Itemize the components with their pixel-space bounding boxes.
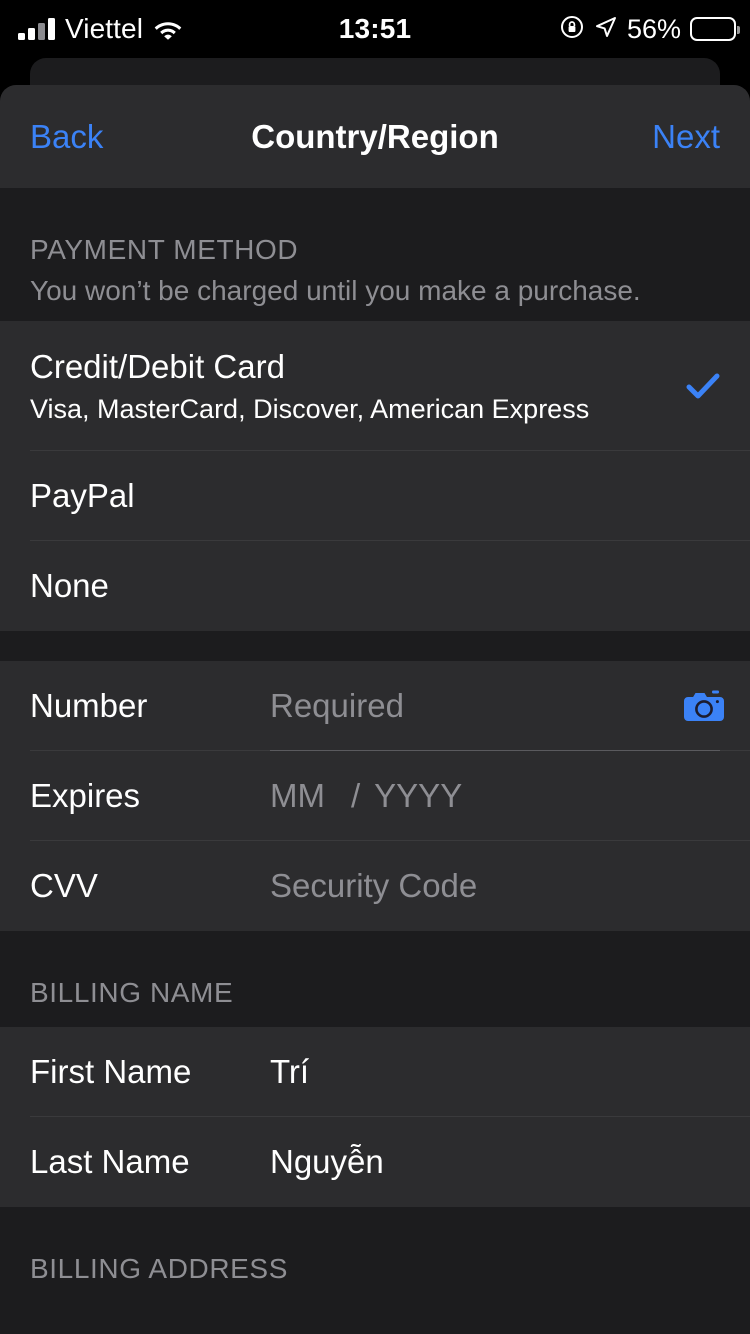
card-expires-row[interactable]: Expires MM / YYYY (0, 751, 750, 841)
expires-separator: / (350, 777, 361, 814)
card-expires-input[interactable]: MM / YYYY (270, 777, 462, 815)
status-bar-right: 56% (559, 13, 740, 45)
battery-icon (690, 17, 740, 41)
card-number-row[interactable]: Number Required (0, 661, 750, 751)
card-number-label: Number (30, 687, 148, 724)
first-name-row[interactable]: First Name Trí (0, 1027, 750, 1117)
location-arrow-icon (594, 15, 618, 44)
payment-option-text: Credit/Debit Card Visa, MasterCard, Disc… (30, 348, 589, 425)
next-button[interactable]: Next (652, 118, 720, 156)
last-name-row[interactable]: Last Name Nguyễn (0, 1117, 750, 1207)
last-name-input[interactable]: Nguyễn (270, 1143, 384, 1181)
camera-icon[interactable] (682, 688, 726, 724)
billing-name-section-header: BILLING NAME (0, 931, 750, 1027)
billing-name-title: BILLING NAME (30, 977, 234, 1008)
payment-option-label: None (30, 567, 109, 604)
expires-year-placeholder: YYYY (374, 777, 463, 814)
card-cvv-label: CVV (30, 867, 98, 904)
payment-option-none[interactable]: None (0, 541, 750, 631)
billing-address-title: BILLING ADDRESS (30, 1253, 288, 1284)
first-name-label: First Name (30, 1053, 192, 1090)
first-name-input[interactable]: Trí (270, 1053, 309, 1091)
payment-option-paypal[interactable]: PayPal (0, 451, 750, 541)
status-bar: Viettel 13:51 56% (0, 0, 750, 58)
page-title: Country/Region (251, 117, 499, 155)
billing-name-card: First Name Trí Last Name Nguyễn (0, 1027, 750, 1207)
battery-percent-label: 56% (626, 13, 681, 44)
payment-option-label: Credit/Debit Card (30, 347, 285, 385)
payment-method-section-header: PAYMENT METHOD You won’t be charged unti… (0, 188, 750, 321)
payment-option-credit-debit-card[interactable]: Credit/Debit Card Visa, MasterCard, Disc… (0, 321, 750, 451)
card-number-input[interactable]: Required (270, 687, 404, 725)
card-expires-label: Expires (30, 777, 141, 814)
payment-method-title: PAYMENT METHOD (30, 234, 299, 265)
card-cvv-row[interactable]: CVV Security Code (0, 841, 750, 931)
phone-screen: Viettel 13:51 56% Back Country/Region Ne… (0, 0, 750, 1334)
navigation-bar: Back Country/Region Next (0, 85, 750, 188)
payment-modal-sheet: Back Country/Region Next PAYMENT METHOD … (0, 85, 750, 1334)
payment-method-options-card: Credit/Debit Card Visa, MasterCard, Disc… (0, 321, 750, 631)
payment-method-subtitle: You won’t be charged until you make a pu… (30, 275, 641, 306)
payment-option-label: PayPal (30, 477, 135, 514)
expires-month-placeholder: MM (270, 777, 325, 814)
payment-option-detail: Visa, MasterCard, Discover, American Exp… (30, 393, 590, 424)
card-cvv-input[interactable]: Security Code (270, 867, 477, 905)
checkmark-icon (686, 372, 720, 400)
billing-address-section-header: BILLING ADDRESS (0, 1207, 750, 1303)
section-gap (0, 631, 750, 661)
card-details-card: Number Required Expires MM / YYYY CVV Se… (0, 661, 750, 931)
last-name-label: Last Name (30, 1143, 190, 1180)
rotation-lock-icon (559, 14, 585, 45)
